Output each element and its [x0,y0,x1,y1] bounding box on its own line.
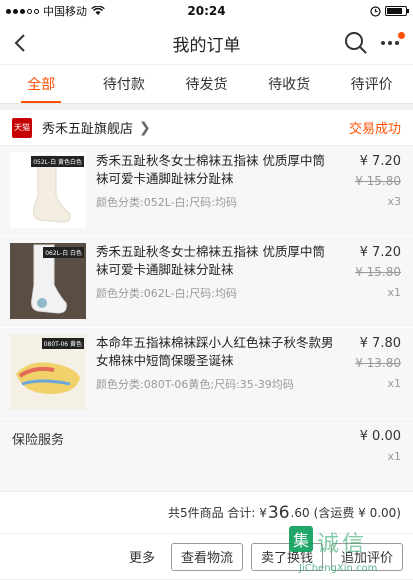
page-title: 我的订单 [172,35,241,56]
shop-header[interactable]: 天猫 秀禾五趾旗舰店 ❯ 交易成功 [0,110,413,146]
signal-icon [6,8,39,14]
tab-all[interactable]: 全部 [0,65,83,103]
alarm-icon [370,5,381,17]
product-sku: 颜色分类:080T-06黄色;尺码:35-39均码 [96,378,294,391]
product-sku: 颜色分类:062L-白;尺码:均码 [96,287,238,300]
tab-pending-payment[interactable]: 待付款 [83,65,166,103]
chevron-right-icon: ❯ [139,119,151,136]
product-title: 秀禾五趾秋冬女士棉袜五指袜 优质厚中筒袜可爱卡通脚趾袜分趾袜 [96,153,325,186]
clock: 20:24 [187,4,226,18]
product-tag: 052L-白 黄色白色 [31,156,84,167]
summary-prefix: 共5件商品 合计: ¥ [167,506,267,520]
product-price: ¥ 7.80 [359,336,401,351]
product-image[interactable]: 062L-白 白色 [10,243,86,319]
nav-bar: 我的订单 [0,22,413,64]
insurance-quantity: x1 [387,450,401,463]
product-quantity: x3 [387,195,401,208]
order-actions: 更多 查看物流 卖了换钱 追加评价 [0,533,413,579]
product-title: 秀禾五趾秋冬女士棉袜五指袜 优质厚中筒袜可爱卡通脚趾袜分趾袜 [96,244,325,277]
order-item[interactable]: 052L-白 黄色白色 秀禾五趾秋冬女士棉袜五指袜 优质厚中筒袜可爱卡通脚趾袜分… [0,146,413,237]
order-summary: 共5件商品 合计: ¥ 36 .60 (含运费 ¥ 0.00) [0,491,413,533]
more-actions-link[interactable]: 更多 [129,547,155,566]
product-quantity: x1 [387,286,401,299]
search-button[interactable] [343,30,369,56]
tab-pending-review[interactable]: 待评价 [330,65,413,103]
product-price: ¥ 7.20 [359,245,401,260]
summary-amount-int: 36 [267,502,290,523]
product-original-price: ¥ 13.80 [355,356,401,370]
tmall-logo-icon: 天猫 [12,117,32,138]
more-dots-icon [381,41,385,45]
tab-pending-shipment[interactable]: 待发货 [165,65,248,103]
shop-name[interactable]: 秀禾五趾旗舰店 [42,118,133,137]
carrier-name: 中国移动 [43,5,87,18]
product-image[interactable]: 080T-06 黄色 [10,334,86,410]
status-bar: 中国移动 20:24 [0,0,413,22]
insurance-row: 保险服务 ¥ 0.00 x1 [0,419,413,491]
wifi-icon [91,6,105,15]
product-original-price: ¥ 15.80 [355,265,401,279]
search-icon [345,32,367,54]
insurance-price: ¥ 0.00 [359,429,401,444]
insurance-label: 保险服务 [12,433,65,448]
product-image[interactable]: 052L-白 黄色白色 [10,152,86,228]
add-review-button[interactable]: 追加评价 [330,542,403,571]
product-tag: 062L-白 白色 [43,247,84,258]
back-button[interactable] [0,22,40,64]
product-title: 本命年五指袜棉袜踩小人红色袜子秋冬款男女棉袜中短筒保暖圣诞袜 [96,335,334,368]
product-tag: 080T-06 黄色 [41,338,84,349]
more-button[interactable] [377,32,405,54]
product-price: ¥ 7.20 [359,154,401,169]
product-original-price: ¥ 15.80 [355,174,401,188]
tab-pending-receipt[interactable]: 待收货 [248,65,331,103]
order-item[interactable]: 062L-白 白色 秀禾五趾秋冬女士棉袜五指袜 优质厚中筒袜可爱卡通脚趾袜分趾袜… [0,237,413,328]
product-quantity: x1 [387,377,401,390]
product-sku: 颜色分类:052L-白;尺码:均码 [96,196,238,209]
order-status: 交易成功 [348,122,401,137]
back-chevron-icon [14,34,25,52]
order-item[interactable]: 080T-06 黄色 本命年五指袜棉袜踩小人红色袜子秋冬款男女棉袜中短筒保暖圣诞… [0,328,413,419]
view-logistics-button[interactable]: 查看物流 [170,542,243,571]
notification-dot [398,32,405,39]
order-tabs: 全部 待付款 待发货 待收货 待评价 [0,64,413,104]
battery-icon [385,6,409,16]
summary-amount-dec: .60 [290,505,310,520]
summary-shipping: (含运费 ¥ 0.00) [313,506,401,520]
resell-button[interactable]: 卖了换钱 [250,542,323,571]
